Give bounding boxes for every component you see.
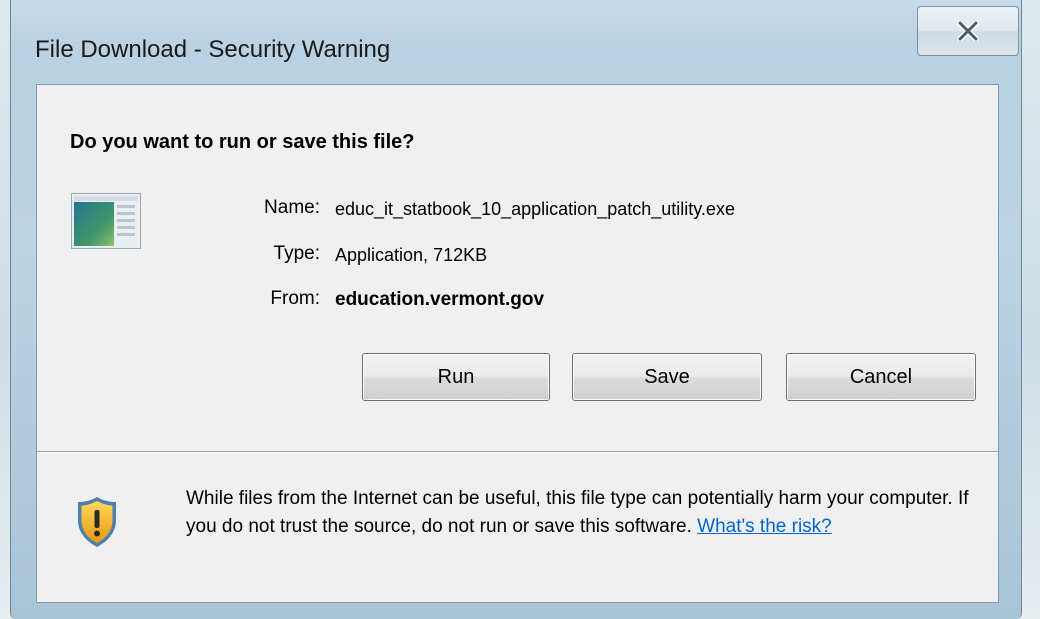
save-button[interactable]: Save	[572, 353, 762, 401]
source-domain-value: education.vermont.gov	[335, 289, 545, 310]
dialog-content: Do you want to run or save this file? Na…	[36, 84, 999, 603]
run-button[interactable]: Run	[362, 353, 550, 401]
shield-warning-icon	[78, 497, 116, 547]
security-warning-text: While files from the Internet can be use…	[186, 485, 986, 541]
close-button[interactable]	[917, 6, 1019, 56]
name-label: Name:	[264, 197, 320, 218]
application-window-icon	[71, 193, 141, 249]
type-label: Type:	[273, 243, 320, 264]
close-icon	[957, 21, 979, 41]
from-label: From:	[270, 288, 320, 309]
file-type-value: Application, 712KB	[335, 245, 488, 265]
section-divider	[37, 451, 998, 453]
whats-the-risk-link[interactable]: What's the risk?	[697, 516, 832, 537]
run-or-save-question: Do you want to run or save this file?	[70, 131, 415, 153]
security-warning-dialog: File Download - Security Warning Do you …	[10, 0, 1022, 619]
window-title: File Download - Security Warning	[35, 36, 391, 63]
title-bar[interactable]: File Download - Security Warning	[11, 0, 1021, 74]
cancel-button[interactable]: Cancel	[786, 353, 976, 401]
file-name-value: educ_it_statbook_10_application_patch_ut…	[335, 199, 735, 219]
warning-message: While files from the Internet can be use…	[186, 488, 969, 537]
